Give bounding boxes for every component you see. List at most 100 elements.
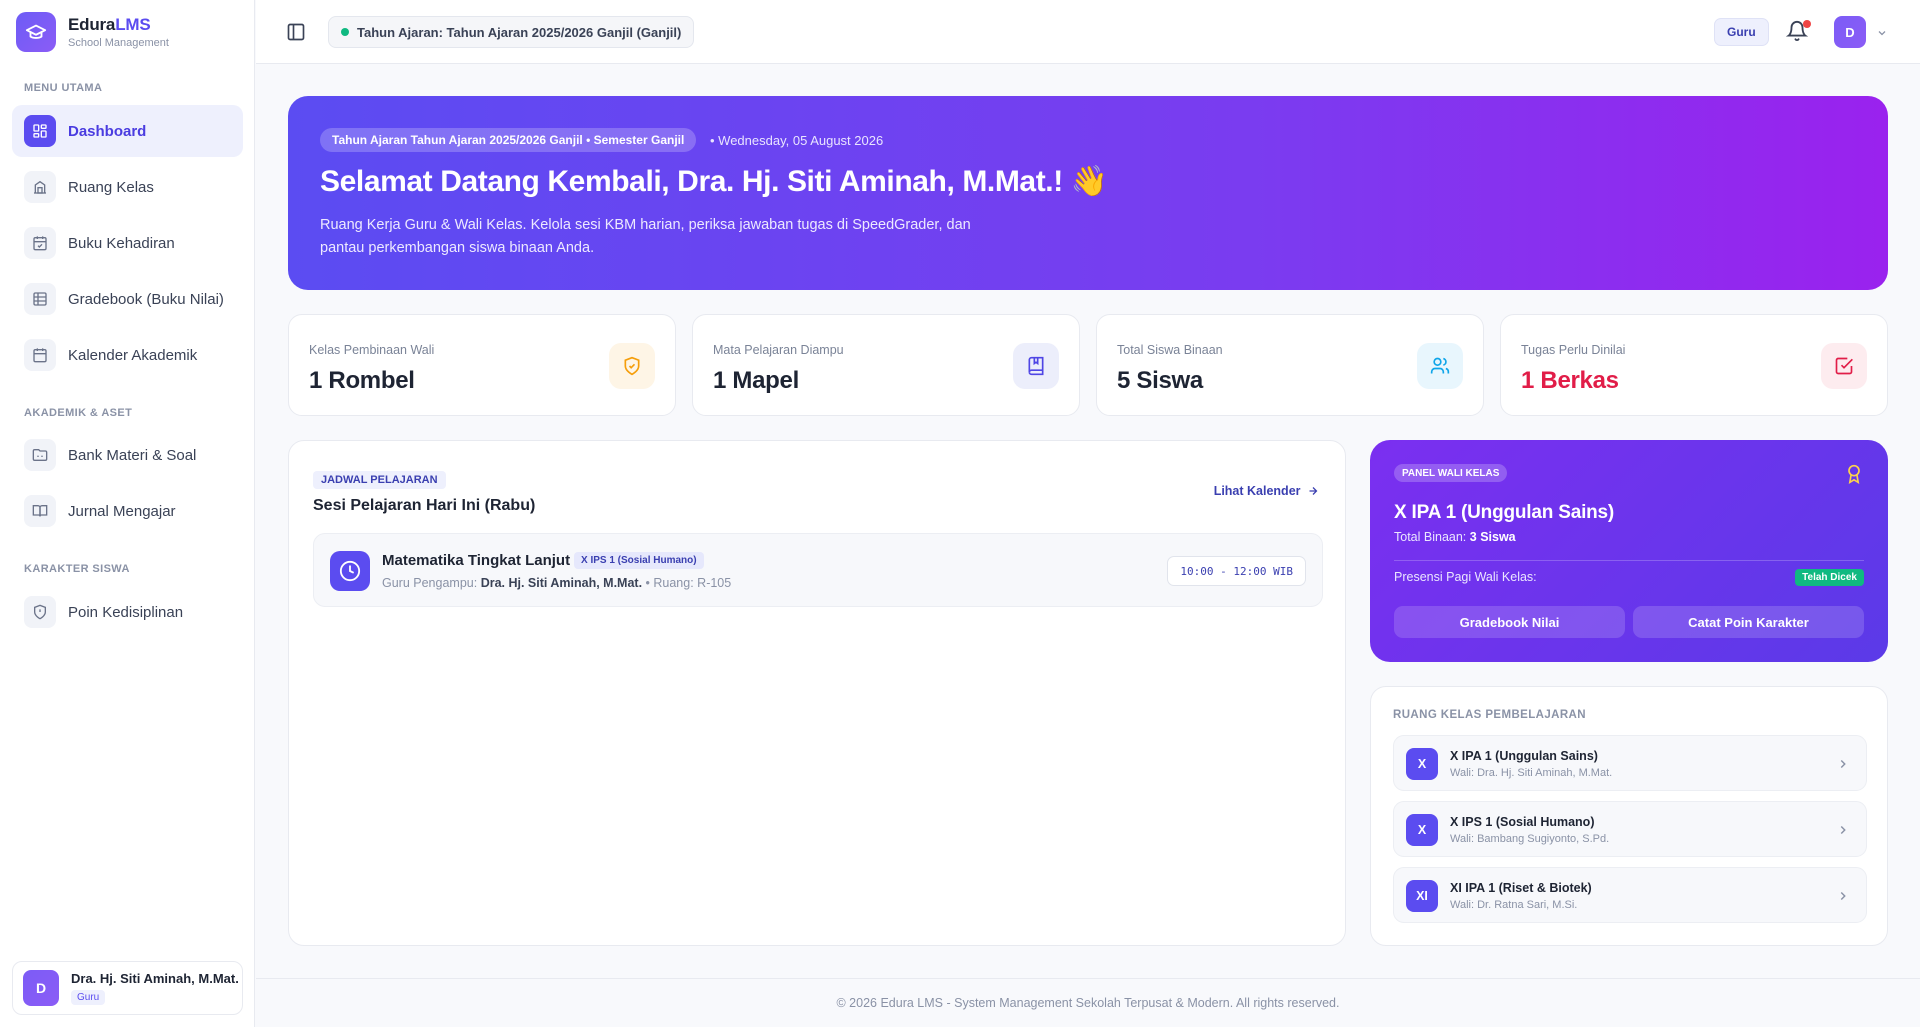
- stat-value: 5 Siswa: [1117, 367, 1203, 394]
- classroom-wali: Wali: Dr. Ratna Sari, M.Si.: [1450, 899, 1578, 911]
- divider: [1394, 560, 1864, 561]
- sidebar-item-label: Bank Materi & Soal: [68, 446, 197, 464]
- check-square-icon: [1821, 343, 1867, 389]
- brand-subtitle: School Management: [68, 37, 169, 49]
- stat-label: Mata Pelajaran Diampu: [713, 343, 844, 357]
- welcome-hero: Tahun Ajaran Tahun Ajaran 2025/2026 Ganj…: [288, 96, 1888, 290]
- sidebar-item-kalender-akademik[interactable]: Kalender Akademik: [12, 329, 243, 381]
- dashboard-icon: [24, 115, 56, 147]
- hero-date: • Wednesday, 05 August 2026: [710, 133, 884, 148]
- user-name: Dra. Hj. Siti Aminah, M.Mat.: [71, 971, 239, 986]
- avatar[interactable]: D: [1834, 16, 1866, 48]
- status-dot-icon: [341, 28, 349, 36]
- wali-total: Total Binaan: 3 Siswa: [1394, 530, 1516, 544]
- shield-check-icon: [609, 343, 655, 389]
- award-icon: [1844, 464, 1864, 484]
- role-chip[interactable]: Guru: [1714, 18, 1769, 46]
- stat-label: Kelas Pembinaan Wali: [309, 343, 435, 357]
- section-tag: JADWAL PELAJARAN: [313, 471, 446, 489]
- classroom-item[interactable]: XI XI IPA 1 (Riset & Biotek) Wali: Dr. R…: [1393, 867, 1867, 923]
- view-calendar-link[interactable]: Lihat Kalender: [1214, 484, 1319, 498]
- schedule-panel: JADWAL PELAJARAN Sesi Pelajaran Hari Ini…: [288, 440, 1346, 946]
- lesson-class-badge: X IPS 1 (Sosial Humano): [574, 552, 704, 569]
- chevron-down-icon[interactable]: [1876, 26, 1888, 38]
- section-label-akademik-aset: AKADEMIK & ASET: [24, 407, 133, 419]
- sidebar-toggle-icon[interactable]: [286, 22, 306, 42]
- sidebar-item-label: Jurnal Mengajar: [68, 502, 176, 520]
- chevron-right-icon: [1836, 823, 1850, 837]
- sidebar-item-poin-kedisiplinan[interactable]: Poin Kedisiplinan: [12, 586, 243, 638]
- stat-card-tugas: Tugas Perlu Dinilai 1 Berkas: [1500, 314, 1888, 416]
- presensi-label: Presensi Pagi Wali Kelas:: [1394, 570, 1537, 584]
- sidebar-item-buku-kehadiran[interactable]: Buku Kehadiran: [12, 217, 243, 269]
- classroom-name: X IPS 1 (Sosial Humano): [1450, 815, 1595, 829]
- book-icon: [24, 495, 56, 527]
- catat-poin-button[interactable]: Catat Poin Karakter: [1633, 606, 1864, 638]
- topbar: Tahun Ajaran: Tahun Ajaran 2025/2026 Gan…: [256, 0, 1920, 64]
- classroom-icon: [24, 171, 56, 203]
- clock-icon: [330, 551, 370, 591]
- sidebar-item-label: Buku Kehadiran: [68, 234, 175, 252]
- academic-year-label: Tahun Ajaran: Tahun Ajaran 2025/2026 Gan…: [357, 24, 682, 40]
- gradebook-button[interactable]: Gradebook Nilai: [1394, 606, 1625, 638]
- sidebar-item-bank-materi[interactable]: Bank Materi & Soal: [12, 429, 243, 481]
- classroom-item[interactable]: X X IPA 1 (Unggulan Sains) Wali: Dra. Hj…: [1393, 735, 1867, 791]
- section-title: Sesi Pelajaran Hari Ini (Rabu): [313, 497, 536, 514]
- class-level-badge: X: [1406, 748, 1438, 780]
- stat-value: 1 Rombel: [309, 367, 415, 394]
- class-level-badge: XI: [1406, 880, 1438, 912]
- stat-card-mapel: Mata Pelajaran Diampu 1 Mapel: [692, 314, 1080, 416]
- brand[interactable]: EduraLMS School Management: [16, 12, 169, 52]
- lesson-time: 10:00 - 12:00 WIB: [1167, 556, 1306, 586]
- users-icon: [1417, 343, 1463, 389]
- waving-hand-icon: 👋: [1070, 165, 1108, 198]
- avatar: D: [23, 970, 59, 1006]
- semester-pill: Tahun Ajaran Tahun Ajaran 2025/2026 Ganj…: [320, 128, 697, 152]
- panel-tag: PANEL WALI KELAS: [1394, 464, 1508, 482]
- sidebar-item-dashboard[interactable]: Dashboard: [12, 105, 243, 157]
- chevron-right-icon: [1836, 757, 1850, 771]
- stat-card-siswa: Total Siswa Binaan 5 Siswa: [1096, 314, 1484, 416]
- stat-label: Tugas Perlu Dinilai: [1521, 343, 1626, 357]
- wali-kelas-panel: PANEL WALI KELAS X IPA 1 (Unggulan Sains…: [1370, 440, 1888, 662]
- sidebar-item-label: Dashboard: [68, 122, 147, 140]
- stat-value: 1 Mapel: [713, 367, 799, 394]
- lesson-card[interactable]: Matematika Tingkat Lanjut X IPS 1 (Sosia…: [313, 533, 1323, 607]
- stat-value: 1 Berkas: [1521, 367, 1619, 394]
- user-role-badge: Guru: [71, 990, 106, 1005]
- classroom-name: X IPA 1 (Unggulan Sains): [1450, 749, 1598, 763]
- stat-card-kelas-wali: Kelas Pembinaan Wali 1 Rombel: [288, 314, 676, 416]
- sidebar-item-label: Kalender Akademik: [68, 346, 198, 364]
- page-title: Selamat Datang Kembali, Dra. Hj. Siti Am…: [320, 165, 1108, 198]
- shield-icon: [24, 596, 56, 628]
- sidebar-item-jurnal-mengajar[interactable]: Jurnal Mengajar: [12, 485, 243, 537]
- stat-label: Total Siswa Binaan: [1117, 343, 1223, 357]
- sidebar-item-label: Gradebook (Buku Nilai): [68, 290, 224, 308]
- classroom-wali: Wali: Bambang Sugiyonto, S.Pd.: [1450, 833, 1610, 845]
- lesson-meta: Guru Pengampu: Dra. Hj. Siti Aminah, M.M…: [382, 576, 732, 590]
- calendar-icon: [24, 339, 56, 371]
- bookmark-book-icon: [1013, 343, 1059, 389]
- wali-class-name: X IPA 1 (Unggulan Sains): [1394, 502, 1615, 523]
- table-icon: [24, 283, 56, 315]
- chevron-right-icon: [1836, 889, 1850, 903]
- sidebar-item-gradebook[interactable]: Gradebook (Buku Nilai): [12, 273, 243, 325]
- graduation-cap-icon: [16, 12, 56, 52]
- attendance-icon: [24, 227, 56, 259]
- sidebar-user-card[interactable]: D Dra. Hj. Siti Aminah, M.Mat. Guru: [12, 961, 243, 1015]
- brand-name: EduraLMS: [68, 15, 151, 34]
- sidebar-item-ruang-kelas[interactable]: Ruang Kelas: [12, 161, 243, 213]
- classroom-list-panel: RUANG KELAS PEMBELAJARAN X X IPA 1 (Ungg…: [1370, 686, 1888, 946]
- notification-dot: [1803, 20, 1811, 28]
- sidebar-item-label: Poin Kedisiplinan: [68, 603, 184, 621]
- classroom-item[interactable]: X X IPS 1 (Sosial Humano) Wali: Bambang …: [1393, 801, 1867, 857]
- footer: © 2026 Edura LMS - System Management Sek…: [256, 978, 1920, 1027]
- classroom-wali: Wali: Dra. Hj. Siti Aminah, M.Mat.: [1450, 767, 1613, 779]
- folder-icon: [24, 439, 56, 471]
- status-badge: Telah Dicek: [1795, 569, 1864, 586]
- arrow-right-icon: [1309, 487, 1318, 495]
- class-level-badge: X: [1406, 814, 1438, 846]
- sidebar-item-label: Ruang Kelas: [68, 178, 154, 196]
- academic-year-selector[interactable]: Tahun Ajaran: Tahun Ajaran 2025/2026 Gan…: [328, 16, 695, 48]
- lesson-subject: Matematika Tingkat Lanjut: [382, 552, 571, 569]
